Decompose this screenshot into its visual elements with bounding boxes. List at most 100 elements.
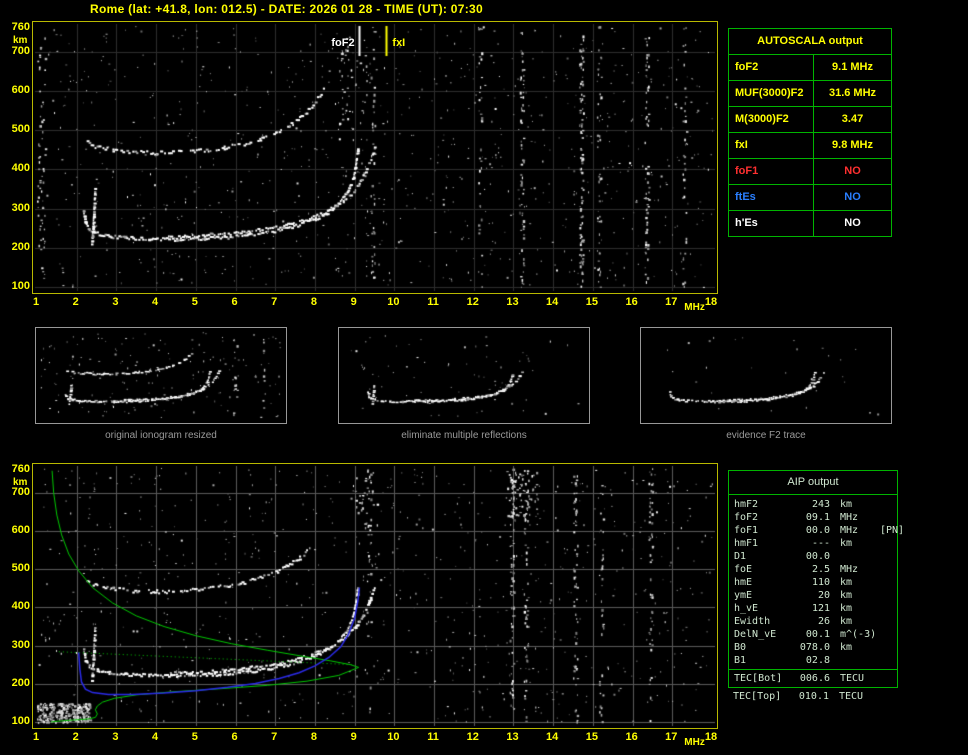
thumbnail-f2-trace — [640, 327, 892, 424]
thumbnail-canvas-original — [36, 328, 286, 423]
y-tick-label: 200 — [11, 240, 30, 253]
autoscala-row-MUF(3000)F2: MUF(3000)F2 31.6 MHz — [729, 81, 891, 107]
profile-canvas-bottom — [33, 464, 717, 728]
x-tick-label: 1 — [32, 731, 40, 743]
aip-row-foE: foE 2.5 MHz — [729, 563, 897, 576]
x-tick-label: 16 — [625, 731, 638, 743]
thumbnail-canvas-no-multiples — [339, 328, 589, 423]
aip-param-unit — [830, 654, 880, 667]
y-axis-unit-label: km — [13, 477, 28, 488]
aip-param-extra: [PN] — [880, 525, 905, 536]
autoscala-table-title: AUTOSCALA output — [729, 29, 891, 55]
thumbnail-caption-no-multiples: eliminate multiple reflections — [401, 430, 527, 441]
x-tick-label: 6 — [231, 731, 238, 743]
autoscala-row-ftEs: ftEs NO — [729, 185, 891, 211]
autoscala-param-label: foF2 — [729, 55, 814, 80]
autoscala-param-value: NO — [844, 217, 861, 229]
x-tick-label: 13 — [506, 296, 519, 308]
aip-table-title: AIP output — [729, 471, 897, 495]
autoscala-row-foF2: foF2 9.1 MHz — [729, 55, 891, 81]
thumbnail-canvas-f2-trace — [641, 328, 891, 423]
aip-param-value: 010.1 — [798, 691, 829, 702]
aip-row-h_vE: h_vE 121 km — [729, 602, 897, 615]
aip-row-B0: B0 078.0 km — [729, 641, 897, 654]
aip-param-name: hmF2 — [734, 499, 759, 510]
autoscala-param-value: NO — [844, 191, 861, 203]
aip-param-value: 00.1 — [805, 629, 830, 640]
x-tick-label: 7 — [271, 296, 278, 308]
aip-param-value: 110 — [811, 577, 830, 588]
x-tick-label: 1 — [32, 296, 40, 308]
x-axis-unit-label: MHz — [684, 302, 705, 313]
autoscala-param-value: 9.1 MHz — [832, 61, 873, 73]
aip-param-value: 006.6 — [799, 673, 830, 684]
aip-param-value: 078.0 — [799, 642, 830, 653]
y-tick-label: 100 — [11, 280, 30, 292]
x-tick-label: 17 — [665, 731, 678, 743]
autoscala-param-label: ftEs — [729, 185, 814, 210]
aip-param-value: 00.0 — [805, 551, 830, 562]
x-tick-label: 9 — [350, 731, 357, 743]
aip-param-name: hmE — [734, 577, 753, 588]
autoscala-param-value: 3.47 — [841, 113, 864, 125]
x-tick-label: 9 — [350, 296, 357, 308]
x-tick-label: 15 — [585, 731, 598, 743]
y-tick-label: 700 — [11, 44, 30, 57]
aip-row-foF1: foF1 00.0 MHz [PN] — [729, 524, 904, 537]
autoscala-param-value: NO — [844, 165, 861, 177]
x-tick-label: 12 — [466, 731, 479, 743]
autoscala-row-fxI: fxI 9.8 MHz — [729, 133, 891, 159]
autoscala-param-label: foF1 — [729, 159, 814, 184]
aip-param-unit: km — [840, 590, 853, 601]
aip-row-foF2: foF2 09.1 MHz — [729, 511, 897, 524]
aip-row-DelN_vE: DelN_vE 00.1 m^(-3) — [729, 628, 897, 641]
aip-row-tec-top: TEC[Top] 010.1 TECU — [728, 688, 898, 703]
aip-row-hmE: hmE 110 km — [729, 576, 897, 589]
x-tick-label: 3 — [112, 296, 119, 308]
x-tick-label: 11 — [427, 296, 439, 308]
aip-param-value: 243 — [811, 499, 830, 510]
autoscala-param-label: fxI — [729, 133, 814, 158]
x-axis-unit-label: MHz — [684, 737, 705, 748]
x-tick-label: 3 — [112, 731, 119, 743]
aip-param-name: foF2 — [734, 512, 759, 523]
thumbnail-no-multiples — [338, 327, 590, 424]
y-tick-label: 760 — [11, 463, 30, 475]
aip-param-name: Ewidth — [734, 616, 771, 627]
aip-param-name: h_vE — [734, 603, 759, 614]
aip-param-value: --- — [811, 538, 830, 549]
aip-param-name: hmF1 — [734, 538, 759, 549]
x-tick-label: 10 — [387, 296, 400, 308]
aip-param-value: 26 — [817, 616, 830, 627]
y-tick-label: 600 — [11, 83, 30, 96]
aip-param-unit — [830, 550, 880, 563]
aip-row-tec-bot: TEC[Bot] 006.6 TECU — [729, 669, 897, 685]
aip-param-name: B0 — [734, 642, 747, 653]
aip-param-name: foF1 — [734, 525, 759, 536]
marker-fxI-label: fxI — [392, 37, 406, 49]
x-tick-label: 2 — [72, 296, 79, 308]
aip-param-value: 121 — [811, 603, 830, 614]
x-tick-label: 5 — [191, 731, 198, 743]
aip-param-value: 20 — [817, 590, 830, 601]
thumbnail-original-ionogram — [35, 327, 287, 424]
y-tick-label: 100 — [11, 715, 30, 727]
ionogram-plot-top: foF2 fxI — [32, 21, 718, 294]
aip-row-hmF2: hmF2 243 km — [729, 498, 897, 511]
x-tick-label: 5 — [191, 296, 198, 308]
x-tick-label: 15 — [585, 296, 598, 308]
aip-param-unit: km — [840, 616, 853, 627]
aip-param-value: 02.8 — [805, 655, 830, 666]
aip-row-ymE: ymE 20 km — [729, 589, 897, 602]
aip-param-unit: TECU — [840, 673, 865, 684]
x-tick-label: 4 — [152, 296, 159, 308]
y-tick-label: 400 — [11, 600, 30, 613]
aip-row-Ewidth: Ewidth 26 km — [729, 615, 897, 628]
aip-row-B1: B1 02.8 — [729, 654, 897, 667]
y-tick-label: 200 — [11, 676, 30, 689]
aip-param-name: DelN_vE — [734, 629, 777, 640]
x-tick-label: 10 — [387, 731, 400, 743]
ionogram-canvas-top — [33, 22, 717, 293]
aip-param-value: 00.0 — [805, 525, 830, 536]
autoscala-param-value: 31.6 MHz — [828, 87, 877, 99]
